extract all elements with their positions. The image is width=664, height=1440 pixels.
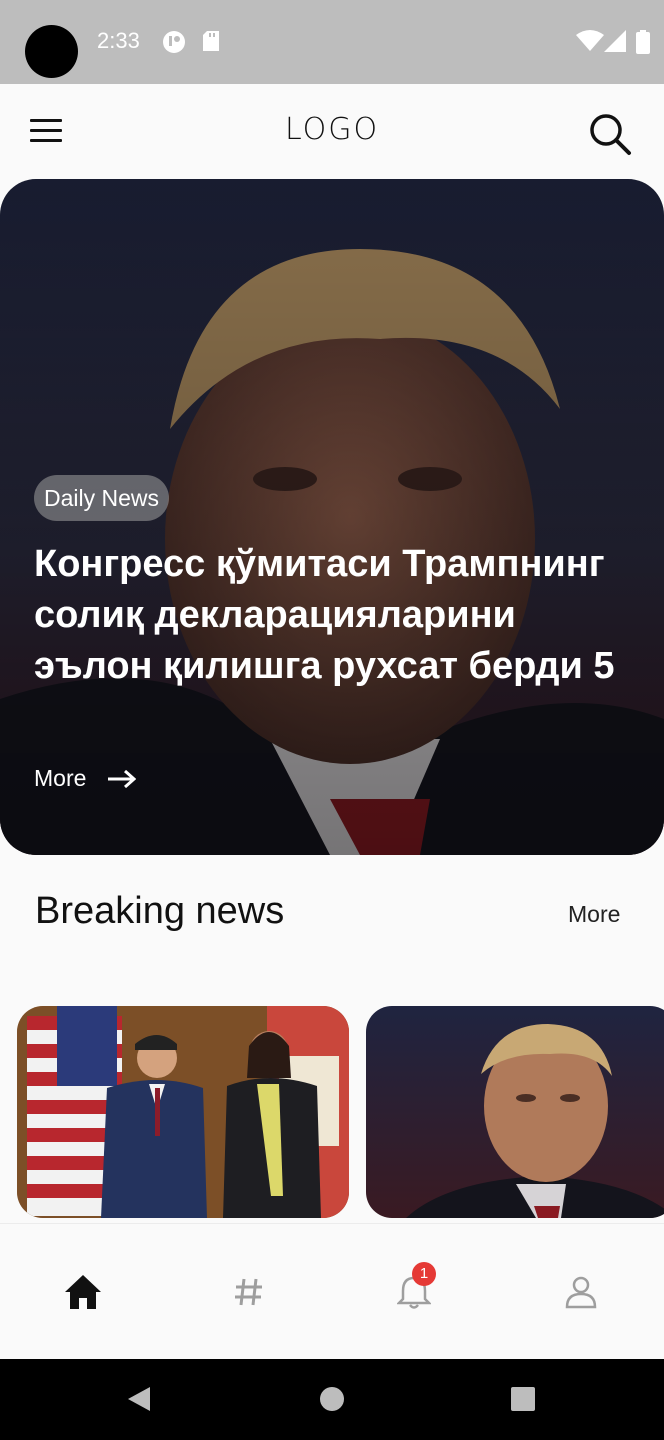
nav-hashtags[interactable] [225, 1268, 273, 1316]
system-navigation-bar [0, 1359, 664, 1440]
back-icon[interactable] [126, 1385, 152, 1413]
wifi-icon [576, 30, 604, 51]
sd-card-icon [203, 31, 219, 51]
section-title: Breaking news [35, 890, 285, 932]
hashtag-icon [235, 1278, 262, 1306]
search-icon [590, 114, 631, 155]
nav-profile[interactable] [557, 1268, 605, 1316]
hero-news-card[interactable]: Daily News Конгресс қўмитаси Трампнинг с… [0, 179, 664, 855]
hero-more-label: More [34, 765, 87, 791]
app-header: LOGO [0, 84, 664, 178]
hero-headline: Конгресс қўмитаси Трампнинг солиқ деклар… [34, 543, 615, 687]
arrow-right-icon [108, 769, 137, 788]
nav-notifications[interactable]: 1 [390, 1262, 438, 1316]
search-button[interactable] [588, 112, 632, 156]
hero-more-link[interactable]: More [34, 765, 137, 792]
man-portrait-photo [366, 1006, 664, 1218]
camera-cutout [25, 25, 78, 78]
app-logo: LOGO [284, 112, 380, 147]
signal-icon [604, 30, 626, 52]
bottom-navigation: 1 [0, 1223, 664, 1359]
section-more-link[interactable]: More [568, 901, 620, 928]
officials-with-flags-photo [17, 1006, 349, 1218]
status-time: 2:33 [97, 28, 140, 53]
category-tag[interactable]: Daily News [34, 475, 170, 521]
recents-icon[interactable] [510, 1386, 536, 1412]
profile-icon [565, 1276, 597, 1309]
news-card[interactable] [366, 1006, 664, 1218]
status-bar: 2:33 [0, 0, 664, 84]
home-circle-icon[interactable] [319, 1386, 345, 1412]
nav-home[interactable] [59, 1268, 107, 1316]
notification-icon [163, 31, 185, 53]
home-icon [65, 1275, 101, 1309]
notification-badge: 1 [412, 1262, 436, 1286]
battery-icon [636, 30, 650, 54]
news-card[interactable] [17, 1006, 349, 1218]
